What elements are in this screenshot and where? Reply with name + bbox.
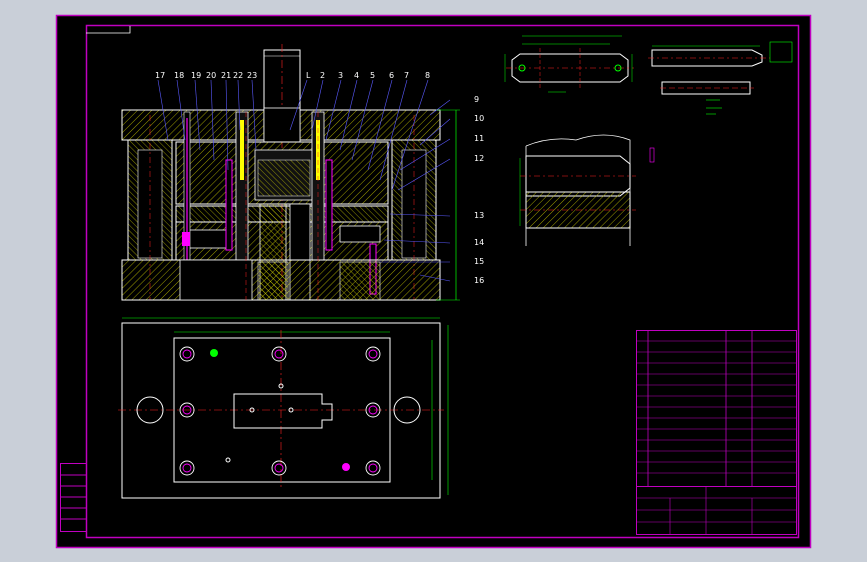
part-number: 11	[474, 134, 484, 143]
part-number: 3	[338, 71, 343, 80]
part-number: 10	[474, 114, 484, 123]
part-number: 9	[474, 95, 479, 104]
part-number: 8	[425, 71, 430, 80]
part-number: 4	[354, 71, 359, 80]
part-number: 18	[174, 71, 184, 80]
part-number: 17	[155, 71, 165, 80]
part-number: 14	[474, 238, 484, 247]
part-number: 21	[221, 71, 231, 80]
part-number: 2	[320, 71, 325, 80]
part-number: 13	[474, 211, 484, 220]
part-number: 6	[389, 71, 394, 80]
part-number: 5	[370, 71, 375, 80]
part-number: 7	[404, 71, 409, 80]
part-number: 12	[474, 154, 484, 163]
part-number: L	[306, 71, 311, 80]
cad-drawing-canvas: 17 18 19 20 21 22 23 L 2 3 4 5 6 7 8 9 1…	[55, 14, 812, 549]
part-number: 19	[191, 71, 201, 80]
part-number: 20	[206, 71, 216, 80]
part-number: 16	[474, 276, 484, 285]
part-number: 23	[247, 71, 257, 80]
part-number: 22	[233, 71, 243, 80]
part-number: 15	[474, 257, 484, 266]
